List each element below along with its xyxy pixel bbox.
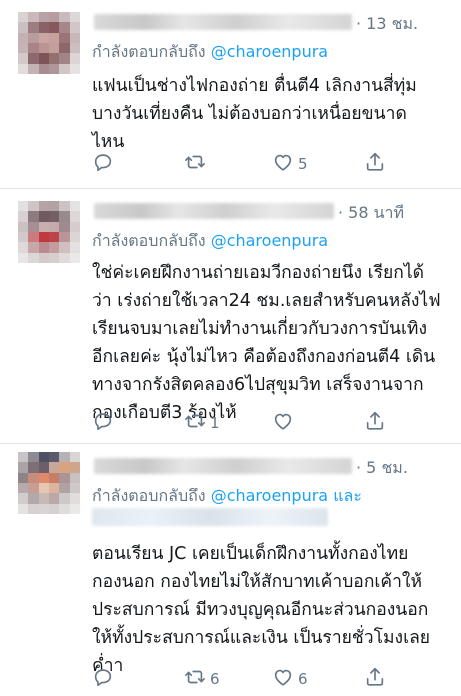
share-button[interactable]: [364, 152, 386, 176]
reply-button[interactable]: [92, 411, 118, 435]
tweet-text-line: ใช่ค่ะเคยฝึกงานถ่ายเอมวีกองถ่ายนึง เรียก…: [92, 263, 424, 283]
tweet-text-line: บางวันเที่ยงคืน ไม่ต้องบอกว่าเหนื่อยขนาด: [92, 104, 407, 124]
tweet-text-line: ทางจากรังสิตคลอง6ไปสุขุมวิท เสร็จงานจาก: [92, 375, 424, 395]
retweet-count: 1: [210, 414, 220, 432]
tweet-text-line: ตอนเรียน JC เคยเป็นเด็กฝึกงานทั้งกองไทย: [92, 544, 409, 564]
tweet-3[interactable]: · 5 ชม. กำลังตอบกลับถึง @charoenpura และ…: [0, 444, 461, 696]
tweet-actions: 5: [92, 152, 392, 176]
author-name-blurred[interactable]: [94, 203, 334, 219]
share-button[interactable]: [364, 411, 386, 435]
share-icon: [364, 666, 386, 692]
heart-icon: [272, 151, 294, 177]
reply-prefix: กำลังตอบกลับถึง: [92, 486, 206, 505]
reply-icon: [92, 151, 114, 177]
tweet-text: ตอนเรียน JC เคยเป็นเด็กฝึกงานทั้งกองไทย …: [92, 540, 442, 680]
replying-to: กำลังตอบกลับถึง @charoenpura และ: [92, 484, 362, 509]
tweet-text: ใช่ค่ะเคยฝึกงานถ่ายเอมวีกองถ่ายนึง เรียก…: [92, 259, 442, 427]
tweet-text-line: กองนอก กองไทยไม่ให้สักบาทเค้าบอกเค้าให้: [92, 572, 423, 592]
retweet-button[interactable]: [184, 152, 210, 176]
tweet-text: แฟนเป็นช่างไฟกองถ่าย ตื่นตี4 เลิกงานสี่ท…: [92, 72, 442, 156]
tweet-actions: 6 6: [92, 667, 392, 691]
retweet-icon: [184, 666, 206, 692]
reply-prefix: กำลังตอบกลับถึง: [92, 231, 206, 250]
reply-handle-link[interactable]: @charoenpura: [211, 231, 328, 250]
retweet-icon: [184, 151, 206, 177]
retweet-button[interactable]: 1: [184, 411, 220, 435]
replying-to: กำลังตอบกลับถึง @charoenpura: [92, 40, 328, 65]
reply-button[interactable]: [92, 667, 118, 691]
heart-icon: [272, 410, 294, 436]
retweet-button[interactable]: 6: [184, 667, 220, 691]
tweet-text-line: เรียนจบมาเลยไม่ทำงานเกี่ยวกับวงการบันเทิ…: [92, 319, 428, 339]
tweet-text-line: แฟนเป็นช่างไฟกองถ่าย ตื่นตี4 เลิกงานสี่ท…: [92, 76, 417, 96]
share-icon: [364, 151, 386, 177]
retweet-icon: [184, 410, 206, 436]
avatar[interactable]: [18, 201, 80, 263]
reply-others-blurred[interactable]: [92, 508, 328, 526]
tweet-text-line: ให้ทั้งประสบการณ์และเงิน เป็นรายชั่วโมงเ…: [92, 628, 431, 648]
tweet-actions: 1: [92, 411, 392, 435]
replying-to: กำลังตอบกลับถึง @charoenpura: [92, 229, 328, 254]
author-name-blurred[interactable]: [94, 458, 352, 474]
like-button[interactable]: 6: [272, 667, 308, 691]
like-button[interactable]: 5: [272, 152, 308, 176]
like-button[interactable]: [272, 411, 298, 435]
tweet-time[interactable]: · 13 ชม.: [356, 12, 418, 37]
tweet-text-line: อีกเลยค่ะ นุ้งไม่ไหว คือต้องถึงกองก่อนตี…: [92, 347, 436, 367]
tweet-1[interactable]: · 13 ชม. กำลังตอบกลับถึง @charoenpura แฟ…: [0, 0, 461, 186]
reply-prefix: กำลังตอบกลับถึง: [92, 42, 206, 61]
heart-icon: [272, 666, 294, 692]
share-icon: [364, 410, 386, 436]
share-button[interactable]: [364, 667, 386, 691]
reply-handle-link[interactable]: @charoenpura: [211, 42, 328, 61]
tweet-time[interactable]: · 58 นาที: [338, 201, 404, 226]
reply-handle-link[interactable]: @charoenpura: [211, 486, 328, 505]
avatar[interactable]: [18, 12, 80, 74]
tweet-text-line: ว่า เร่งถ่ายใช้เวลา24 ชม.เลยสำหรับคนหลัง…: [92, 291, 441, 311]
tweet-2[interactable]: · 58 นาที กำลังตอบกลับถึง @charoenpura ใ…: [0, 189, 461, 441]
like-count: 6: [298, 670, 308, 688]
reply-icon: [92, 666, 114, 692]
like-count: 5: [298, 155, 308, 173]
reply-icon: [92, 410, 114, 436]
reply-button[interactable]: [92, 152, 118, 176]
reply-suffix: และ: [333, 486, 362, 505]
retweet-count: 6: [210, 670, 220, 688]
avatar[interactable]: [18, 452, 80, 514]
tweet-text-line: ประสบการณ์ มีทวงบุญคุณอีกนะส่วนกองนอก: [92, 600, 429, 620]
tweet-time[interactable]: · 5 ชม.: [356, 456, 408, 481]
author-name-blurred[interactable]: [94, 14, 352, 30]
